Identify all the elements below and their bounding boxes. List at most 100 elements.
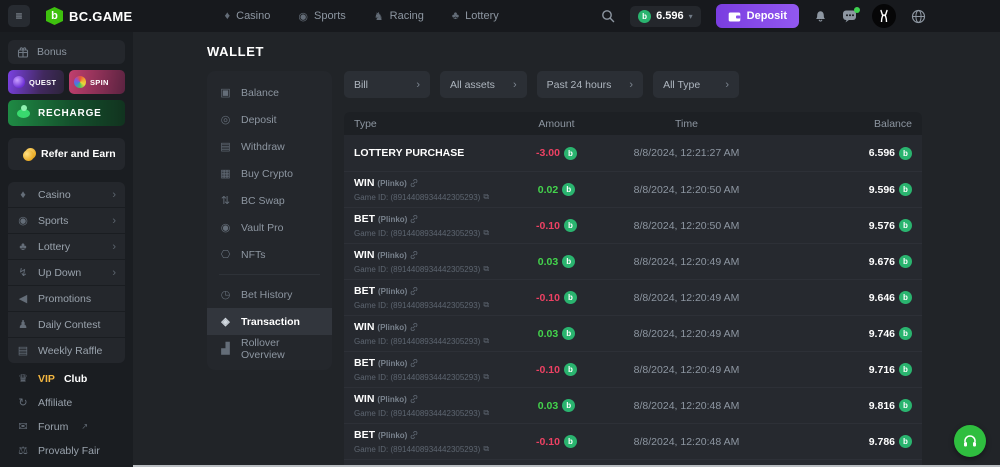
hamburger-menu-button[interactable]: ≡ [8,5,30,27]
cell-balance: 9.786 b [764,435,912,448]
wallet-nav-balance[interactable]: ▣Balance [207,79,332,106]
notifications-button[interactable] [814,9,827,23]
wallet-nav-bet-history[interactable]: ◷Bet History [207,281,332,308]
table-row[interactable]: WIN (Plinko) Game ID: (89144089344423052… [344,315,922,351]
vault-icon: ◉ [219,221,232,234]
sidebar-item-sports[interactable]: ◉Sports› [8,208,125,233]
coin-icon: b [899,291,912,304]
sidebar-item-label: Weekly Raffle [38,345,102,357]
copy-icon[interactable]: ⧉ [483,408,489,418]
coin-icon: b [562,183,575,196]
wallet-nav-buy-crypto[interactable]: ▦Buy Crypto [207,160,332,187]
bonus-button[interactable]: Bonus [8,40,125,64]
support-button[interactable] [954,425,986,457]
lightning-icon: ↯ [17,266,29,279]
cell-balance: 9.716 b [764,363,912,376]
balance-selector[interactable]: b 6.596 ▾ [630,6,701,27]
globe-icon [911,9,926,24]
nav-racing-label: Racing [390,10,424,22]
amount-value: -0.10 [536,292,560,304]
nav-racing[interactable]: ♞Racing [374,10,424,23]
copy-icon[interactable]: ⧉ [483,228,489,238]
table-row[interactable]: BET (Plinko) Game ID: (89144089344423052… [344,207,922,243]
coin-icon: b [562,255,575,268]
filter-dropdown[interactable]: Bill › [344,71,430,98]
column-header-type: Type [354,118,504,130]
link-icon[interactable] [410,287,418,295]
game-name: (Plinko) [378,215,407,224]
game-name: (Plinko) [377,179,406,188]
table-row[interactable]: WIN (Plinko) Game ID: (89144089344423052… [344,171,922,207]
link-icon[interactable] [410,395,418,403]
language-button[interactable] [911,9,926,24]
link-icon[interactable] [410,179,418,187]
copy-icon[interactable]: ⧉ [483,336,489,346]
copy-icon[interactable]: ⧉ [483,192,489,202]
sidebar-item-forum[interactable]: ✉Forum↗ [8,415,125,438]
wallet-nav-rollover-overview[interactable]: ▟Rollover Overview [207,335,332,362]
link-icon[interactable] [410,323,418,331]
sidebar-item-lottery[interactable]: ♣Lottery› [8,234,125,259]
cell-time: 8/8/2024, 12:20:49 AM [609,328,764,340]
nav-lottery[interactable]: ♣Lottery [452,10,499,23]
wallet-nav-vault-pro[interactable]: ◉Vault Pro [207,214,332,241]
nav-casino[interactable]: ♦Casino [225,10,271,23]
recharge-label: RECHARGE [38,108,102,119]
deposit-button[interactable]: Deposit [716,4,799,28]
cell-amount: -0.10 b [504,291,609,304]
sidebar-item-weekly-raffle[interactable]: ▤Weekly Raffle [8,338,125,363]
nav-sports[interactable]: ◉Sports [298,10,345,23]
recharge-button[interactable]: RECHARGE [8,100,125,126]
filter-dropdown[interactable]: All assets › [440,71,527,98]
transaction-type: BET [354,285,375,297]
cell-time: 8/8/2024, 12:20:48 AM [609,436,764,448]
sidebar-item-casino[interactable]: ♦Casino› [8,182,125,207]
sidebar-item-affiliate[interactable]: ↻Affiliate [8,391,125,414]
table-row[interactable]: BET (Plinko) Game ID: (89144089344423052… [344,351,922,387]
avatar[interactable] [872,4,896,28]
refer-and-earn-button[interactable]: Refer and Earn [8,138,125,170]
table-row[interactable]: BET (Plinko) Game ID: (89144089344423052… [344,423,922,459]
wallet-nav-deposit[interactable]: ◎Deposit [207,106,332,133]
link-icon[interactable] [410,359,418,367]
link-icon[interactable] [410,215,418,223]
search-button[interactable] [601,9,615,23]
top-bar-right: b 6.596 ▾ Deposit [601,4,1000,28]
sidebar-item-up-down[interactable]: ↯Up Down› [8,260,125,285]
sidebar-item-label: Sports [38,215,68,227]
table-row[interactable]: BET (Plinko) Game ID: (89144089344423052… [344,279,922,315]
sidebar-item-label: Casino [38,189,71,201]
game-id: Game ID: (8914408934442305293) [354,373,480,382]
table-row[interactable]: LOTTERY PURCHASE ⧉ -3.00 b 8/8/2024, 12:… [344,135,922,171]
cell-type: BET (Plinko) Game ID: (89144089344423052… [354,357,504,382]
spin-button[interactable]: SPIN [69,70,125,94]
copy-icon[interactable]: ⧉ [483,300,489,310]
wallet-nav-bc-swap[interactable]: ⇅BC Swap [207,187,332,214]
transaction-type: WIN [354,321,374,333]
table-row[interactable]: WIN (Plinko) Game ID: (89144089344423052… [344,243,922,279]
sidebar-item-label: Lottery [38,241,70,253]
chevron-right-icon: › [416,79,420,91]
wallet-nav-nfts[interactable]: ⎔NFTs [207,241,332,268]
transaction-type: BET [354,357,375,369]
link-icon[interactable] [410,251,418,259]
sidebar-item-daily-contest[interactable]: ♟Daily Contest [8,312,125,337]
wallet-nav-withdraw[interactable]: ▤Withdraw [207,133,332,160]
sidebar-item-provably-fair[interactable]: ⚖Provably Fair [8,439,125,462]
transaction-type: LOTTERY PURCHASE [354,147,464,159]
copy-icon[interactable]: ⧉ [483,372,489,382]
sidebar-item-vip-club[interactable]: ♛VIPClub [8,367,125,390]
bell-icon [814,9,827,23]
game-name: (Plinko) [378,287,407,296]
chat-button[interactable] [842,9,857,23]
link-icon[interactable] [410,431,418,439]
sidebar-item-promotions[interactable]: ◀Promotions [8,286,125,311]
copy-icon[interactable]: ⧉ [483,444,489,454]
quest-button[interactable]: QUEST [8,70,64,94]
brand-logo[interactable]: b BC.GAME [46,7,133,25]
copy-icon[interactable]: ⧉ [483,264,489,274]
table-row[interactable]: WIN (Plinko) Game ID: (89144089344423052… [344,387,922,423]
filter-dropdown[interactable]: Past 24 hours › [537,71,643,98]
filter-dropdown[interactable]: All Type › [653,71,739,98]
wallet-nav-transaction[interactable]: ◈Transaction [207,308,332,335]
